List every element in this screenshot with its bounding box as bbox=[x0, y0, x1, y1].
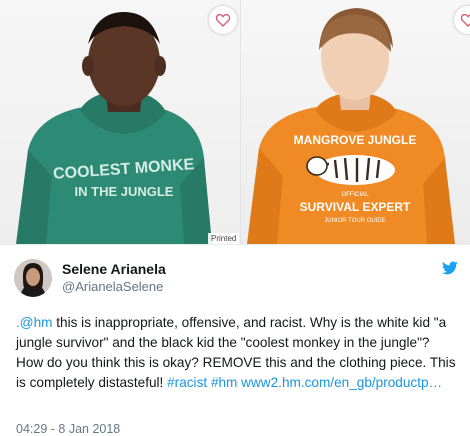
product-photo-orange-hoodie[interactable]: MANGROVE JUNGLE OFFICIAL SURVIVAL EXPERT… bbox=[241, 0, 470, 244]
product-photo-green-hoodie[interactable]: COOLEST MONKE IN THE JUNGLE Printed bbox=[0, 0, 240, 244]
heart-icon bbox=[461, 13, 470, 27]
right-hoodie-print-line4: JUNIOR TOUR GUIDE bbox=[324, 218, 385, 224]
tweet-timestamp[interactable]: 04:29 - 8 Jan 2018 bbox=[16, 422, 120, 436]
avatar-image bbox=[14, 259, 52, 297]
orange-hoodie-illustration: MANGROVE JUNGLE OFFICIAL SURVIVAL EXPERT… bbox=[247, 8, 455, 244]
hashtag-link[interactable]: #racist bbox=[167, 375, 207, 390]
printed-badge: Printed bbox=[208, 233, 240, 244]
green-hoodie-illustration: COOLEST MONKE IN THE JUNGLE bbox=[16, 12, 212, 244]
left-hoodie-print-line2: IN THE JUNGLE bbox=[75, 184, 174, 199]
tweet-card: Selene Arianela @ArianelaSelene .@hm thi… bbox=[0, 244, 470, 436]
author-display-name[interactable]: Selene Arianela bbox=[62, 261, 166, 277]
right-hoodie-print-line3: SURVIVAL EXPERT bbox=[300, 200, 411, 214]
url-link[interactable]: www2.hm.com/en_gb/productp… bbox=[241, 375, 442, 390]
tweet-text: .@hm this is inappropriate, offensive, a… bbox=[16, 313, 456, 393]
mention-link[interactable]: .@hm bbox=[16, 315, 52, 330]
heart-icon bbox=[216, 13, 230, 27]
hashtag-link[interactable]: #hm bbox=[211, 375, 237, 390]
right-hoodie-print-line1: MANGROVE JUNGLE bbox=[294, 133, 417, 147]
product-photos: COOLEST MONKE IN THE JUNGLE Printed MANG… bbox=[0, 0, 470, 244]
twitter-bird-icon[interactable] bbox=[442, 261, 458, 275]
right-hoodie-print-line2: OFFICIAL bbox=[341, 192, 369, 198]
author-handle[interactable]: @ArianelaSelene bbox=[62, 279, 163, 294]
favorite-button-left[interactable] bbox=[209, 6, 237, 34]
avatar[interactable] bbox=[14, 259, 52, 297]
